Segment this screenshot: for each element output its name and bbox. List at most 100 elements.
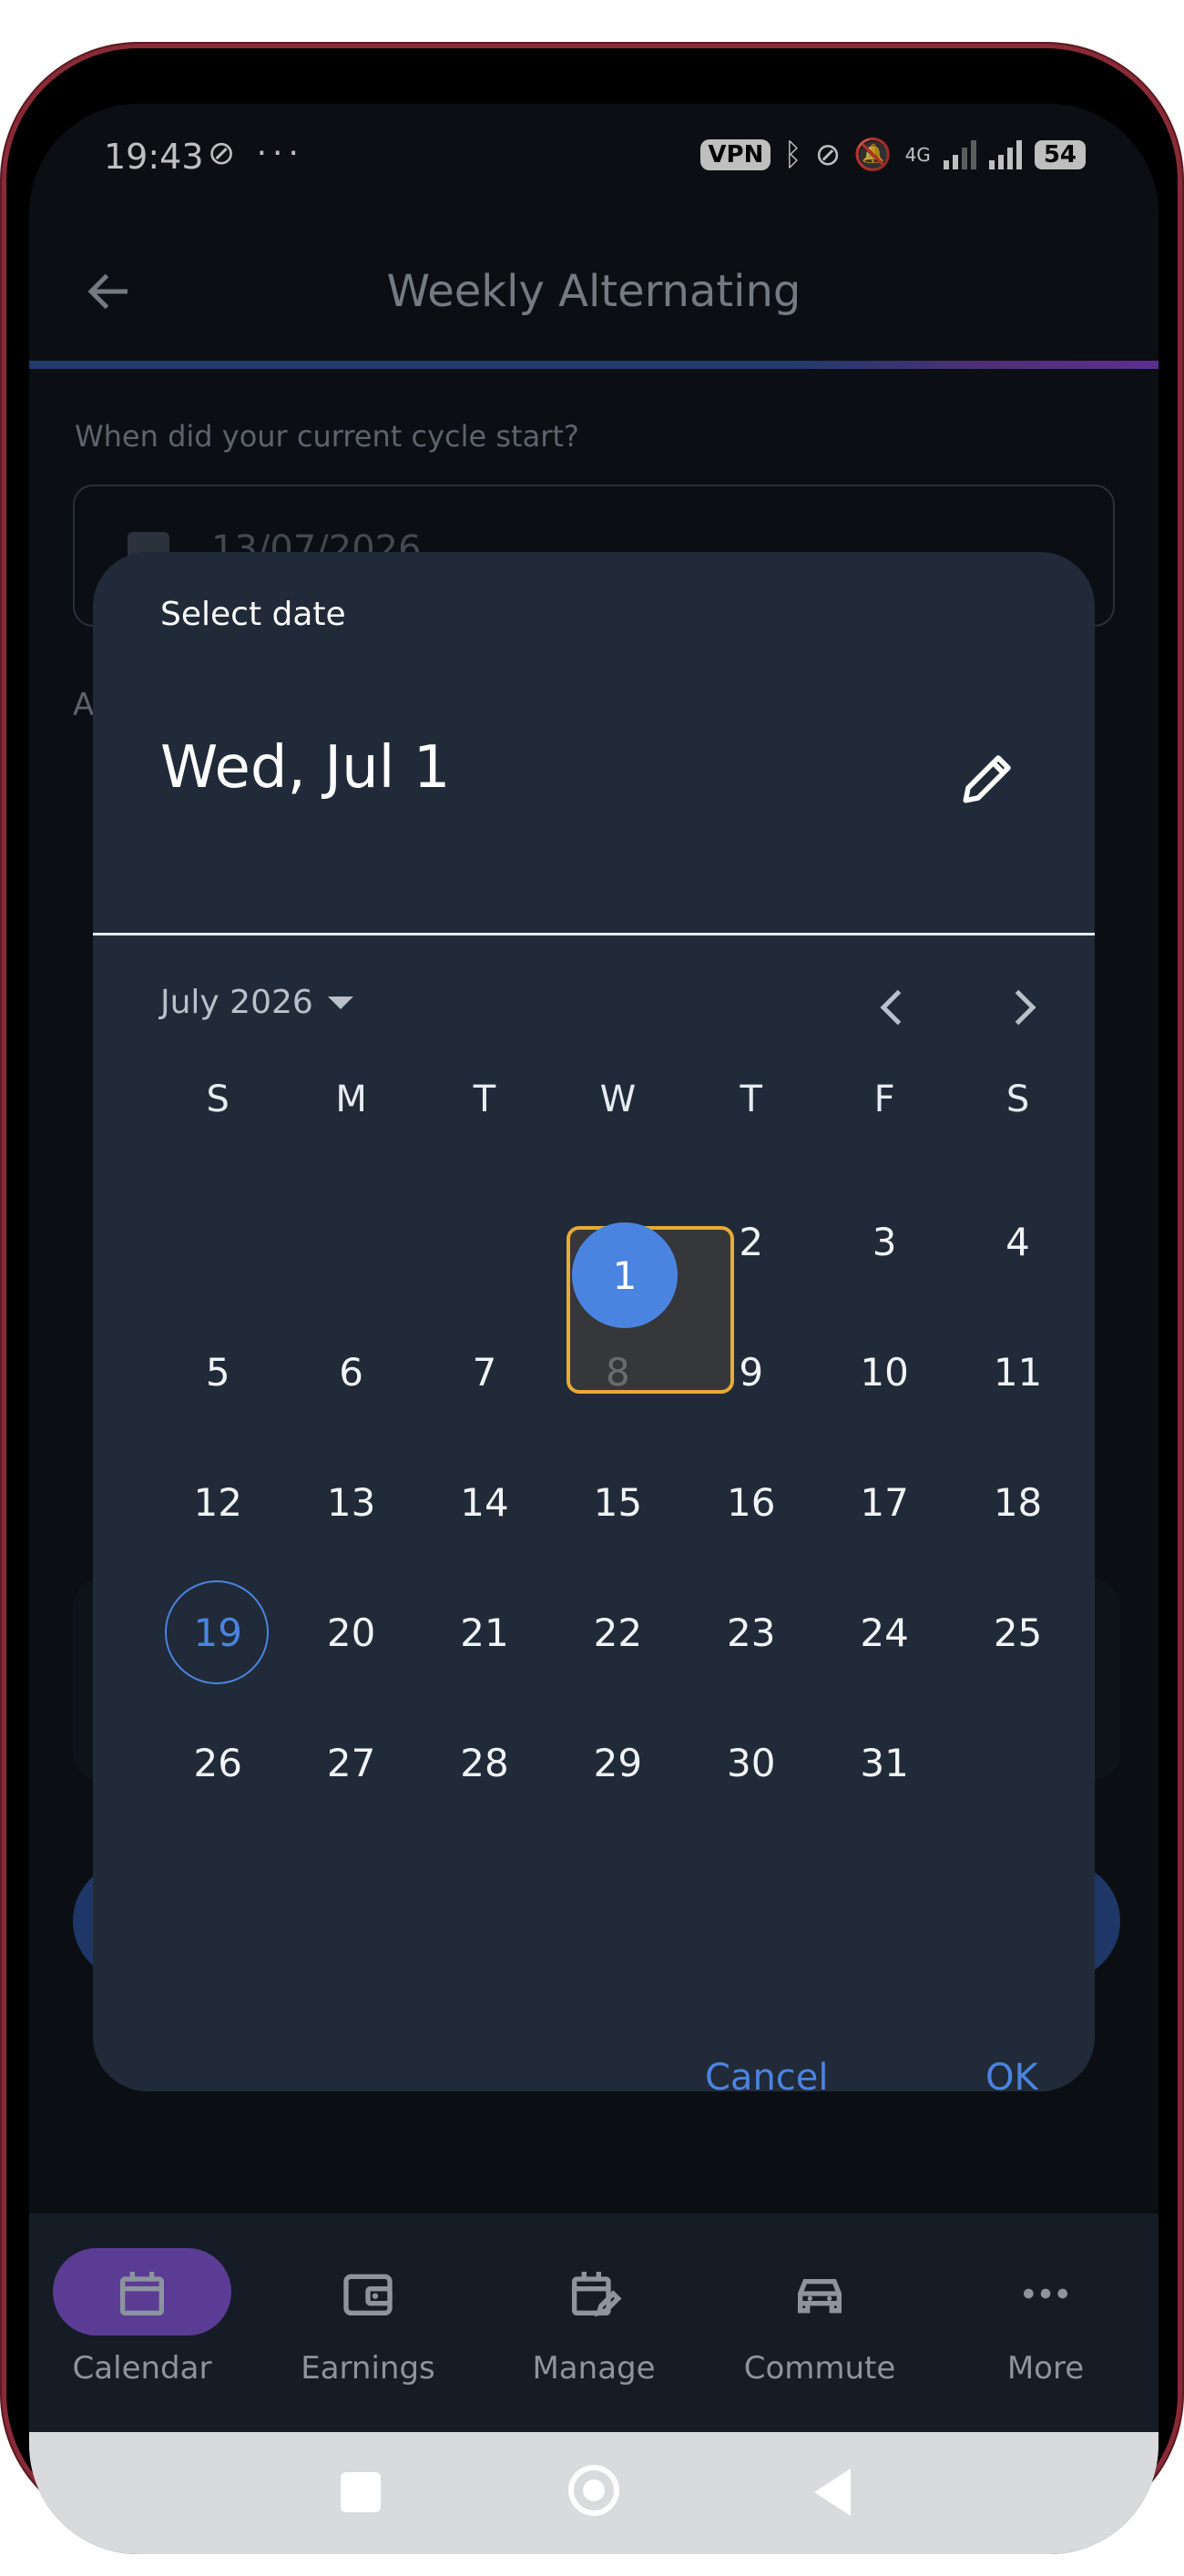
chevron-right-icon[interactable]	[996, 980, 1051, 1035]
day-27[interactable]: 27	[284, 1711, 417, 1814]
cancel-button[interactable]: Cancel	[705, 2057, 829, 2099]
day-number: 2	[739, 1219, 764, 1264]
focus-highlight[interactable]: 1	[566, 1222, 734, 1394]
day-15[interactable]: 15	[551, 1450, 684, 1554]
focused-day-1[interactable]: 1	[572, 1222, 678, 1328]
day-10[interactable]: 10	[818, 1320, 951, 1424]
day-18[interactable]: 18	[951, 1450, 1084, 1554]
day-30[interactable]: 30	[685, 1711, 818, 1814]
day-13[interactable]: 13	[284, 1450, 417, 1554]
day-5[interactable]: 5	[151, 1320, 284, 1424]
day-number: 23	[727, 1610, 776, 1655]
calendar-edit-icon	[572, 2272, 622, 2317]
day-number: 15	[593, 1479, 643, 1525]
screen: 19:43 ⊘ ··· VPN ᛒ ⊘ 🔕 4G 54 Weekly Alter…	[29, 104, 1158, 2554]
day-number: 6	[339, 1349, 363, 1395]
day-number: 31	[860, 1740, 909, 1785]
day-number: 14	[460, 1479, 509, 1525]
chevron-left-icon[interactable]	[865, 980, 920, 1035]
weekday-label: S	[206, 1078, 230, 1120]
empty-day-cell	[284, 1190, 417, 1293]
home-button[interactable]	[568, 2465, 619, 2516]
calendar-icon	[120, 2272, 164, 2315]
day-12[interactable]: 12	[151, 1450, 284, 1554]
day-22[interactable]: 22	[551, 1580, 684, 1684]
day-number: 25	[993, 1610, 1043, 1655]
day-19[interactable]: 19	[151, 1580, 284, 1684]
day-number: 18	[993, 1479, 1043, 1525]
day-21[interactable]: 21	[418, 1580, 551, 1684]
day-number: 19	[193, 1610, 242, 1655]
day-20[interactable]: 20	[284, 1580, 417, 1684]
system-back-button[interactable]	[814, 2469, 851, 2516]
weekday-label: M	[335, 1078, 367, 1120]
day-number: 30	[727, 1740, 776, 1785]
day-26[interactable]: 26	[151, 1711, 284, 1814]
day-16[interactable]: 16	[685, 1450, 818, 1554]
nav-label: Earnings	[301, 2350, 435, 2387]
day-number: 9	[739, 1349, 764, 1395]
ok-button[interactable]: OK	[985, 2057, 1038, 2099]
weekday-label: F	[873, 1078, 895, 1120]
empty-day-cell	[151, 1190, 284, 1293]
day-29[interactable]: 29	[551, 1711, 684, 1814]
day-28[interactable]: 28	[418, 1711, 551, 1814]
nav-label: Calendar	[72, 2350, 212, 2387]
nav-item-commute[interactable]: Commute	[707, 2213, 933, 2432]
day-number: 3	[872, 1219, 897, 1264]
day-number: 12	[193, 1479, 242, 1525]
day-3[interactable]: 3	[818, 1190, 951, 1293]
day-number: 11	[993, 1349, 1043, 1395]
day-23[interactable]: 23	[685, 1580, 818, 1684]
empty-day-cell	[951, 1711, 1084, 1814]
day-number: 21	[460, 1610, 509, 1655]
day-number: 24	[860, 1610, 909, 1655]
day-number: 28	[460, 1740, 509, 1785]
day-number: 13	[326, 1479, 376, 1525]
day-31[interactable]: 31	[818, 1711, 951, 1814]
nav-item-earnings[interactable]: Earnings	[255, 2213, 481, 2432]
day-7[interactable]: 7	[418, 1320, 551, 1424]
day-25[interactable]: 25	[951, 1580, 1084, 1684]
day-number: 26	[193, 1740, 242, 1785]
nav-label: More	[1006, 2350, 1085, 2387]
nav-item-more[interactable]: More	[933, 2213, 1158, 2432]
date-picker-dialog: Select date Wed, Jul 1 July 2026 S M T W T F S…	[93, 552, 1095, 2099]
day-number: 10	[860, 1349, 909, 1395]
day-14[interactable]: 14	[418, 1450, 551, 1554]
bottom-navigation: Calendar Earnings Manage Commute More	[29, 2213, 1158, 2432]
empty-day-cell	[418, 1190, 551, 1293]
weekday-header: SMTWTFS	[151, 1078, 1085, 1120]
day-number: 22	[593, 1610, 643, 1655]
selected-date-headline: Wed, Jul 1	[160, 734, 451, 802]
nav-item-calendar[interactable]: Calendar	[29, 2213, 255, 2432]
weekday-label: W	[599, 1078, 637, 1120]
day-11[interactable]: 11	[951, 1320, 1084, 1424]
recents-button[interactable]	[341, 2472, 381, 2512]
day-number: 7	[472, 1349, 497, 1395]
day-17[interactable]: 17	[818, 1450, 951, 1554]
day-4[interactable]: 4	[951, 1190, 1084, 1293]
day-24[interactable]: 24	[818, 1580, 951, 1684]
weekday-label: T	[473, 1078, 496, 1120]
more-icon	[1024, 2288, 1067, 2299]
day-6[interactable]: 6	[284, 1320, 417, 1424]
weekday-label: S	[1005, 1078, 1030, 1120]
nav-label: Commute	[743, 2350, 896, 2387]
phone-frame: 19:43 ⊘ ··· VPN ᛒ ⊘ 🔕 4G 54 Weekly Alter…	[2, 44, 1182, 2554]
dropdown-triangle-icon	[327, 996, 353, 1009]
nav-item-manage[interactable]: Manage	[481, 2213, 707, 2432]
day-number: 27	[326, 1740, 376, 1785]
dialog-divider	[93, 933, 1095, 935]
day-number: 16	[727, 1479, 776, 1525]
android-navigation-bar	[29, 2432, 1158, 2554]
month-year-label: July 2026	[160, 984, 313, 1021]
weekday-label: T	[740, 1078, 762, 1120]
wallet-icon	[343, 2274, 393, 2315]
pencil-icon[interactable]	[958, 748, 1018, 808]
car-icon	[798, 2279, 842, 2314]
day-number: 4	[1005, 1219, 1030, 1264]
day-number: 20	[326, 1610, 376, 1655]
nav-label: Manage	[532, 2350, 656, 2387]
month-year-selector[interactable]: July 2026	[160, 984, 353, 1021]
